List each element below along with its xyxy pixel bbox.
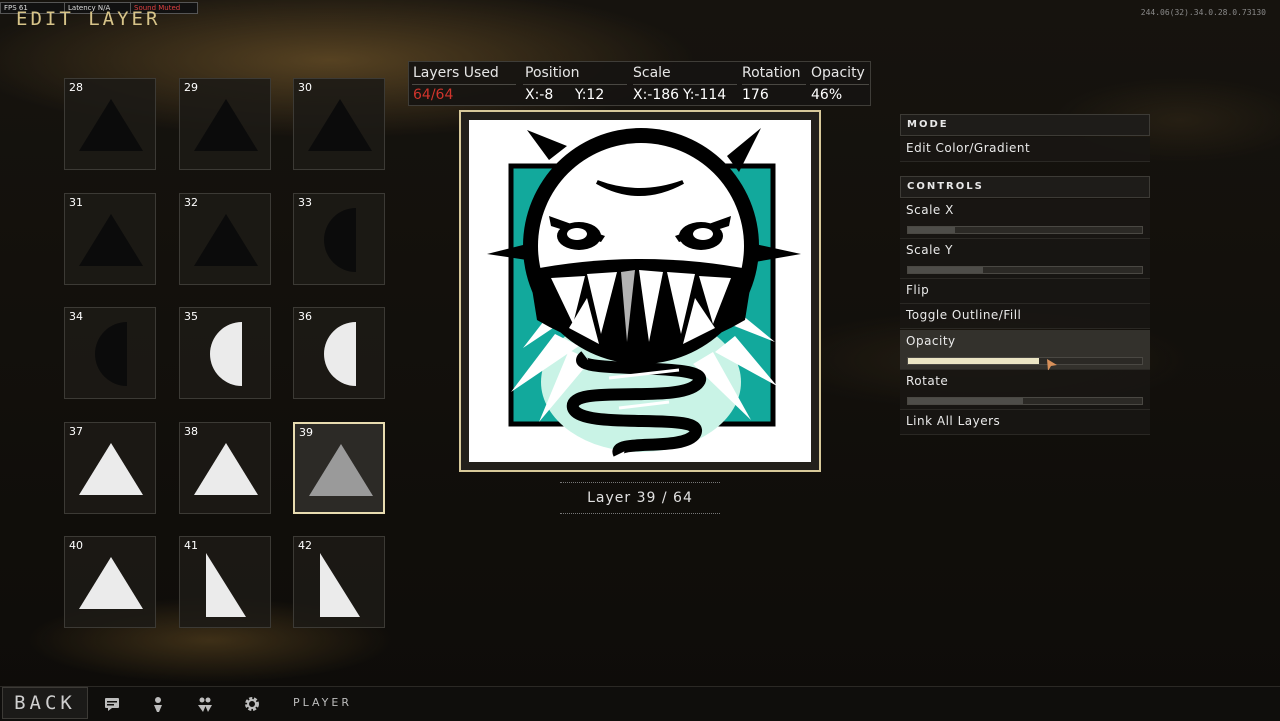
- emblem-preview[interactable]: [469, 120, 811, 462]
- layers-used-label: Layers Used: [413, 65, 499, 81]
- triangle-shape-icon: [308, 99, 372, 151]
- triangle-shape-icon: [194, 214, 258, 266]
- person-icon[interactable]: [149, 695, 167, 713]
- scale-x-fill: [908, 227, 955, 233]
- chat-icon[interactable]: [103, 695, 121, 713]
- layer-tile-42[interactable]: 42: [293, 536, 385, 628]
- scale-x: X:-186: [633, 87, 680, 103]
- scale-y: Y:-114: [683, 87, 727, 103]
- scale-y-label: Scale Y: [906, 243, 953, 257]
- mode-edit-color-gradient[interactable]: Edit Color/Gradient: [900, 137, 1150, 162]
- layer-tile-39[interactable]: 39: [293, 422, 385, 514]
- triangle-shape-icon: [79, 557, 143, 609]
- layer-tile-40[interactable]: 40: [64, 536, 156, 628]
- rotate-label: Rotate: [906, 374, 949, 388]
- triangle-shape-icon: [194, 443, 258, 495]
- layer-tile-29[interactable]: 29: [179, 78, 271, 170]
- rotation-value: 176: [742, 87, 769, 103]
- layer-tile-38[interactable]: 38: [179, 422, 271, 514]
- layer-indicator: Layer 39 / 64: [560, 482, 720, 514]
- coordinates-readout: 244.06(32).34.0.28.0.73130: [1140, 8, 1266, 17]
- controls-header: CONTROLS: [900, 176, 1150, 198]
- scale-y-fill: [908, 267, 983, 273]
- scale-x-label: Scale X: [906, 203, 954, 217]
- opacity-label: Opacity: [811, 65, 865, 81]
- triangle-shape-icon: [194, 99, 258, 151]
- link-all-layers-label: Link All Layers: [906, 414, 1001, 428]
- emblem-artwork: [487, 128, 801, 457]
- layer-stats-bar: Layers Used 64/64 Position X:-8 Y:12 Sca…: [408, 61, 871, 106]
- position-x: X:-8: [525, 87, 554, 103]
- layer-tile-33[interactable]: 33: [293, 193, 385, 285]
- right-triangle-shape-icon: [320, 553, 360, 617]
- scale-y-slider[interactable]: [907, 266, 1143, 274]
- layer-tile-41[interactable]: 41: [179, 536, 271, 628]
- toggle-outline-fill-label: Toggle Outline/Fill: [906, 308, 1022, 322]
- page-title: EDIT LAYER: [16, 8, 161, 30]
- player-tab[interactable]: PLAYER: [293, 696, 352, 709]
- rotation-label: Rotation: [742, 65, 801, 81]
- layer-tile-36[interactable]: 36: [293, 307, 385, 399]
- rotate-slider[interactable]: [907, 397, 1143, 405]
- settings-icon[interactable]: [243, 695, 261, 713]
- flip-button[interactable]: Flip: [900, 279, 1150, 304]
- opacity-slider[interactable]: [907, 357, 1143, 365]
- layer-tile-30[interactable]: 30: [293, 78, 385, 170]
- position-label: Position: [525, 65, 580, 81]
- layer-tile-32[interactable]: 32: [179, 193, 271, 285]
- triangle-shape-icon: [309, 444, 373, 496]
- layer-tile-34[interactable]: 34: [64, 307, 156, 399]
- layer-tile-31[interactable]: 31: [64, 193, 156, 285]
- triangle-shape-icon: [79, 443, 143, 495]
- triangle-shape-icon: [79, 214, 143, 266]
- layer-tile-37[interactable]: 37: [64, 422, 156, 514]
- layers-used-value: 64/64: [413, 87, 454, 103]
- link-all-layers-button[interactable]: Link All Layers: [900, 410, 1150, 435]
- half-circle-left-shape-icon: [210, 322, 242, 386]
- opacity-fill: [908, 358, 1040, 364]
- half-circle-right-shape-icon: [324, 208, 356, 272]
- scale-y-control[interactable]: Scale Y: [900, 239, 1150, 279]
- triangle-shape-icon: [79, 99, 143, 151]
- position-y: Y:12: [575, 87, 605, 103]
- half-circle-left-shape-icon: [324, 322, 356, 386]
- mode-item-label: Edit Color/Gradient: [906, 141, 1031, 155]
- mode-header: MODE: [900, 114, 1150, 136]
- opacity-control-label: Opacity: [906, 334, 956, 348]
- opacity-control[interactable]: Opacity: [900, 330, 1150, 371]
- opacity-value: 46%: [811, 87, 843, 103]
- flip-label: Flip: [906, 283, 930, 297]
- rotate-control[interactable]: Rotate: [900, 370, 1150, 410]
- scale-x-control[interactable]: Scale X: [900, 199, 1150, 239]
- scale-label: Scale: [633, 65, 671, 81]
- rotate-fill: [908, 398, 1023, 404]
- right-triangle-shape-icon: [206, 553, 246, 617]
- scale-x-slider[interactable]: [907, 226, 1143, 234]
- party-icon[interactable]: [196, 695, 214, 713]
- layer-tile-28[interactable]: 28: [64, 78, 156, 170]
- bottom-bar: BACK PLAYER: [0, 686, 1280, 721]
- toggle-outline-fill-button[interactable]: Toggle Outline/Fill: [900, 304, 1150, 329]
- layer-tile-35[interactable]: 35: [179, 307, 271, 399]
- back-button[interactable]: BACK: [2, 687, 88, 719]
- half-circle-right-shape-icon: [95, 322, 127, 386]
